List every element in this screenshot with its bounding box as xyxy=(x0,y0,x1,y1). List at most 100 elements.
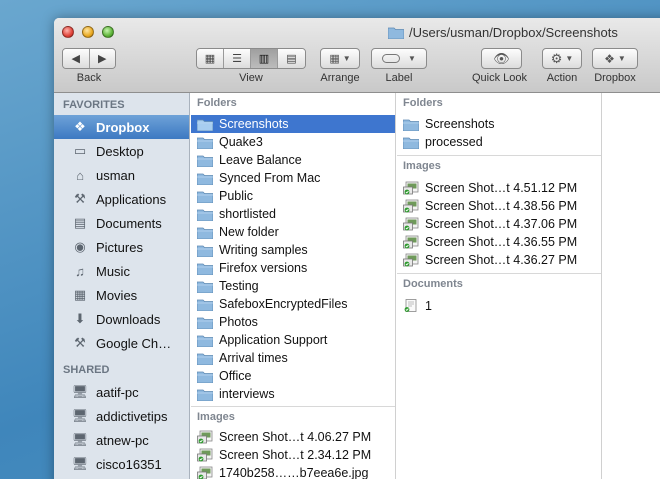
arrange-button[interactable]: ▦ ▼ xyxy=(320,48,360,69)
folder-icon xyxy=(403,137,419,149)
folder-row[interactable]: shortlisted xyxy=(191,205,395,223)
icon-view-button[interactable]: ▦ xyxy=(197,49,224,68)
sidebar-item-label: Music xyxy=(96,263,130,279)
folder-row[interactable]: Writing samples xyxy=(191,241,395,259)
item-label: 1740b258……b7eea6e.jpg xyxy=(219,466,369,479)
image-file-icon xyxy=(403,199,419,213)
folder-icon xyxy=(197,155,213,167)
window-title: /Users/usman/Dropbox/Screenshots xyxy=(388,23,618,41)
folder-row[interactable]: Arrival times xyxy=(191,349,395,367)
sidebar-item[interactable]: ⚒ Applications xyxy=(54,187,189,211)
folder-row[interactable]: Screenshots xyxy=(397,115,601,133)
folder-icon xyxy=(388,27,404,39)
shared-list: 🖥 aatif-pc 🖥 addictivetips 🖥 atnew-pc 🖥 cisco16… xyxy=(54,380,189,476)
folder-icon xyxy=(197,317,213,329)
item-label: Screen Shot…t 4.51.12 PM xyxy=(425,181,578,195)
item-label: Testing xyxy=(219,279,259,293)
document-row[interactable]: 1 xyxy=(397,297,601,315)
sidebar-item[interactable]: ⚒ Google Ch… xyxy=(54,331,189,355)
arrange-grid-icon: ▦ xyxy=(329,53,340,65)
close-window-button[interactable] xyxy=(62,26,74,38)
folder-row[interactable]: Firefox versions xyxy=(191,259,395,277)
image-row[interactable]: 1740b258……b7eea6e.jpg xyxy=(191,464,395,479)
images-list: Screen Shot…t 4.06.27 PM Screen Shot…t 2.… xyxy=(191,428,395,479)
quick-look-label: Quick Look xyxy=(472,72,528,84)
favorites-list: ❖ Dropbox ▭ Desktop ⌂ usman ⚒ Applications ▤ Docu… xyxy=(54,115,189,355)
image-file-icon xyxy=(197,448,213,462)
image-row[interactable]: Screen Shot…t 2.34.12 PM xyxy=(191,446,395,464)
label-button[interactable]: ▼ xyxy=(371,48,427,69)
back-arrow-icon: ◀ xyxy=(71,53,80,65)
folders-list: Screenshots processed xyxy=(397,115,601,151)
item-label: Photos xyxy=(219,315,258,329)
image-row[interactable]: Screen Shot…t 4.37.06 PM xyxy=(397,215,601,233)
sidebar-item[interactable]: 🖥 addictivetips xyxy=(54,404,189,428)
coverflow-view-icon: ▤ xyxy=(286,53,297,65)
image-row[interactable]: Screen Shot…t 4.36.55 PM xyxy=(397,233,601,251)
sidebar-item-label: Dropbox xyxy=(96,119,150,135)
column-view-button[interactable]: ▥ xyxy=(251,49,278,68)
folder-row[interactable]: Application Support xyxy=(191,331,395,349)
sidebar-item[interactable]: ▭ Desktop xyxy=(54,139,189,163)
item-label: SafeboxEncryptedFiles xyxy=(219,297,348,311)
images-list: Screen Shot…t 4.51.12 PM Screen Shot…t 4.… xyxy=(397,179,601,269)
image-row[interactable]: Screen Shot…t 4.06.27 PM xyxy=(191,428,395,446)
quick-look-button[interactable]: 👁 xyxy=(481,48,522,69)
sidebar-item-label: Applications xyxy=(96,191,167,207)
image-file-icon xyxy=(197,430,213,444)
folder-icon xyxy=(197,371,213,383)
sidebar-item[interactable]: ⌂ usman xyxy=(54,163,189,187)
sidebar-item[interactable]: ❖ Dropbox xyxy=(54,115,189,139)
minimize-window-button[interactable] xyxy=(82,26,94,38)
item-label: shortlisted xyxy=(219,207,276,221)
folder-icon xyxy=(197,173,213,185)
list-view-button[interactable]: ☰ xyxy=(224,49,251,68)
sidebar-item[interactable]: ♫ Music xyxy=(54,259,189,283)
zoom-window-button[interactable] xyxy=(102,26,114,38)
folder-row[interactable]: New folder xyxy=(191,223,395,241)
item-label: Leave Balance xyxy=(219,153,302,167)
chevron-down-icon: ▼ xyxy=(565,54,574,63)
folder-row[interactable]: Screenshots xyxy=(191,115,395,133)
image-row[interactable]: Screen Shot…t 4.36.27 PM xyxy=(397,251,601,269)
sidebar-item[interactable]: ▤ Documents xyxy=(54,211,189,235)
folder-row[interactable]: Photos xyxy=(191,313,395,331)
sidebar-item[interactable]: ⬇ Downloads xyxy=(54,307,189,331)
sidebar-item[interactable]: 🖥 cisco16351 xyxy=(54,452,189,476)
item-label: Screen Shot…t 4.38.56 PM xyxy=(425,199,578,213)
label-pill-icon xyxy=(382,54,401,63)
sidebar-item[interactable]: 🖥 aatif-pc xyxy=(54,380,189,404)
sidebar-item[interactable]: ▦ Movies xyxy=(54,283,189,307)
item-label: Screen Shot…t 2.34.12 PM xyxy=(219,448,372,462)
sidebar-item[interactable]: ◉ Pictures xyxy=(54,235,189,259)
action-button[interactable]: ⚙ ▼ xyxy=(542,48,582,69)
icon-view-icon: ▦ xyxy=(204,53,216,65)
item-label: Quake3 xyxy=(219,135,263,149)
folder-row[interactable]: Testing xyxy=(191,277,395,295)
image-row[interactable]: Screen Shot…t 4.51.12 PM xyxy=(397,179,601,197)
sidebar-item[interactable]: 🖥 atnew-pc xyxy=(54,428,189,452)
favorites-heading: FAVORITES xyxy=(63,99,125,111)
image-row[interactable]: Screen Shot…t 4.38.56 PM xyxy=(397,197,601,215)
back-forward-group: ◀ ▶ Back xyxy=(62,48,116,84)
image-file-icon xyxy=(403,253,419,267)
folder-row[interactable]: Leave Balance xyxy=(191,151,395,169)
music-icon: ♫ xyxy=(75,263,85,279)
sidebar-item-label: atnew-pc xyxy=(96,432,149,448)
folder-row[interactable]: SafeboxEncryptedFiles xyxy=(191,295,395,313)
item-label: Firefox versions xyxy=(219,261,308,275)
forward-button[interactable]: ▶ xyxy=(89,49,115,68)
sidebar-item-label: aatif-pc xyxy=(96,384,139,400)
chevron-down-icon: ▼ xyxy=(342,54,351,63)
folder-row[interactable]: Quake3 xyxy=(191,133,395,151)
folder-row[interactable]: Office xyxy=(191,367,395,385)
home-icon: ⌂ xyxy=(76,167,84,183)
folder-row[interactable]: processed xyxy=(397,133,601,151)
folder-row[interactable]: Synced From Mac xyxy=(191,169,395,187)
folder-row[interactable]: Public xyxy=(191,187,395,205)
folder-row[interactable]: interviews xyxy=(191,385,395,403)
coverflow-view-button[interactable]: ▤ xyxy=(278,49,305,68)
camera-icon: ◉ xyxy=(74,239,86,254)
dropbox-menu-button[interactable]: ❖ ▼ xyxy=(592,48,638,69)
back-button[interactable]: ◀ xyxy=(63,49,90,68)
